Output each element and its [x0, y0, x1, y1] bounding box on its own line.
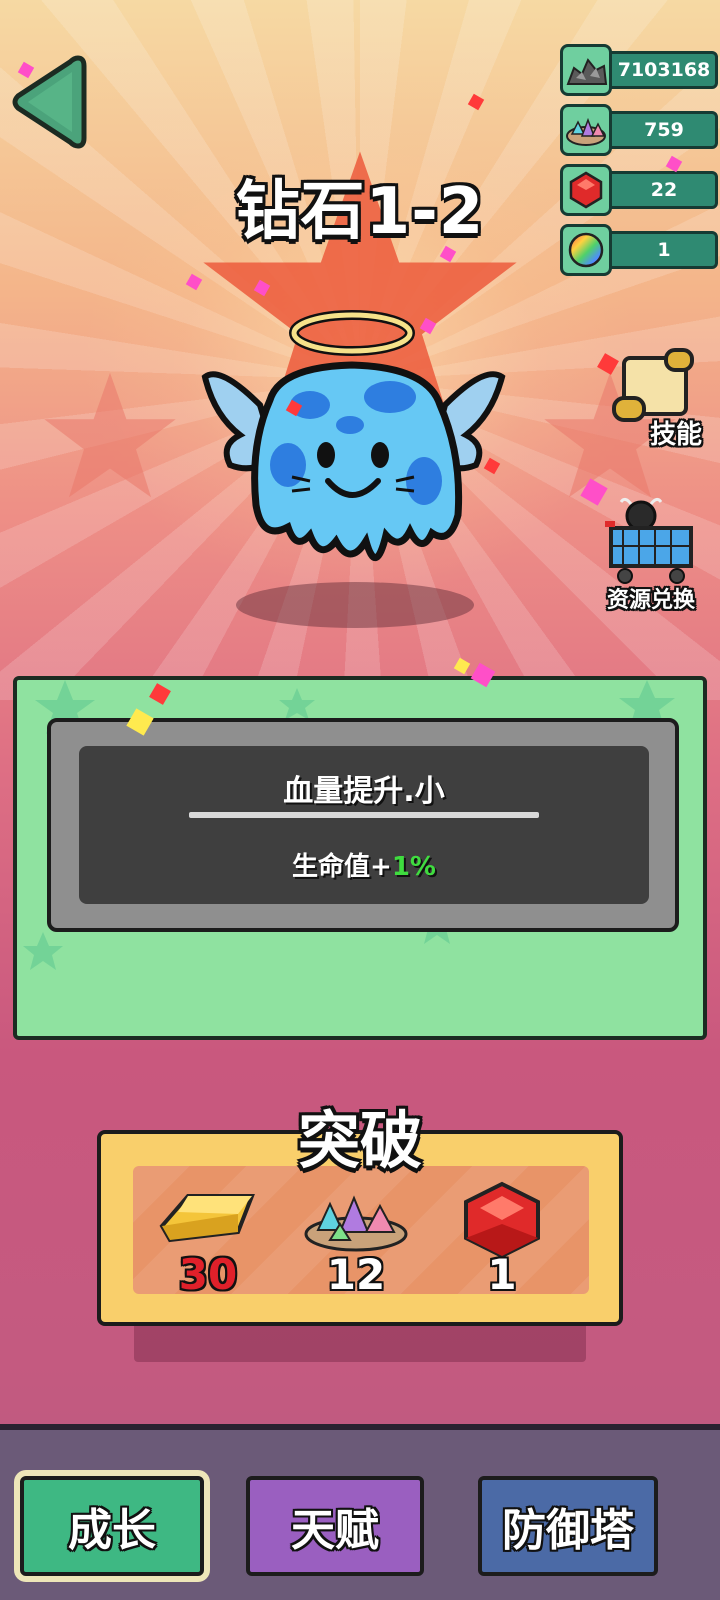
- cost-gold: 30: [148, 1180, 268, 1310]
- resource-silver: 7103168: [560, 44, 720, 96]
- pet-angel-slime[interactable]: [200, 305, 510, 590]
- stage-title: 钻石1-2: [235, 175, 485, 249]
- resource-exchange-button[interactable]: 资源兑换: [596, 494, 706, 614]
- red-gem-icon: [464, 1181, 540, 1259]
- tab-defense-tower[interactable]: 防御塔: [478, 1476, 658, 1576]
- cost-red-gem-amount: 1: [487, 1250, 517, 1299]
- resource-crystal: 759: [560, 104, 720, 156]
- background-star-left: [44, 372, 176, 498]
- cost-crystal: 12: [296, 1180, 416, 1310]
- buff-info-panel: 血量提升.小 生命值+1%: [13, 676, 707, 1040]
- buff-effect-label: 生命值+: [292, 852, 392, 882]
- tab-talent[interactable]: 天赋: [246, 1476, 424, 1576]
- confetti: [467, 93, 485, 111]
- buff-effect: 生命值+1%: [79, 846, 649, 883]
- bottom-nav: 成长 天赋 防御塔: [0, 1424, 720, 1600]
- cost-gold-amount: 30: [178, 1250, 238, 1299]
- confetti: [453, 657, 471, 675]
- buff-name: 血量提升.小: [283, 774, 445, 809]
- buff-effect-value: 1%: [391, 852, 436, 882]
- crystal-pile-icon: [566, 117, 606, 146]
- gold-bar-icon: [159, 1194, 255, 1243]
- breakthrough-title: 突破: [297, 1104, 422, 1177]
- crystal-pile-icon: [304, 1195, 408, 1252]
- cost-red-gem: 1: [442, 1180, 562, 1310]
- shopping-cart-icon: [605, 497, 693, 584]
- cost-crystal-amount: 12: [326, 1250, 386, 1299]
- tab-growth[interactable]: 成长: [20, 1476, 204, 1576]
- divider: [189, 812, 539, 818]
- resource-exchange-label: 资源兑换: [606, 588, 695, 613]
- silver-ore-pile-icon: [566, 58, 608, 85]
